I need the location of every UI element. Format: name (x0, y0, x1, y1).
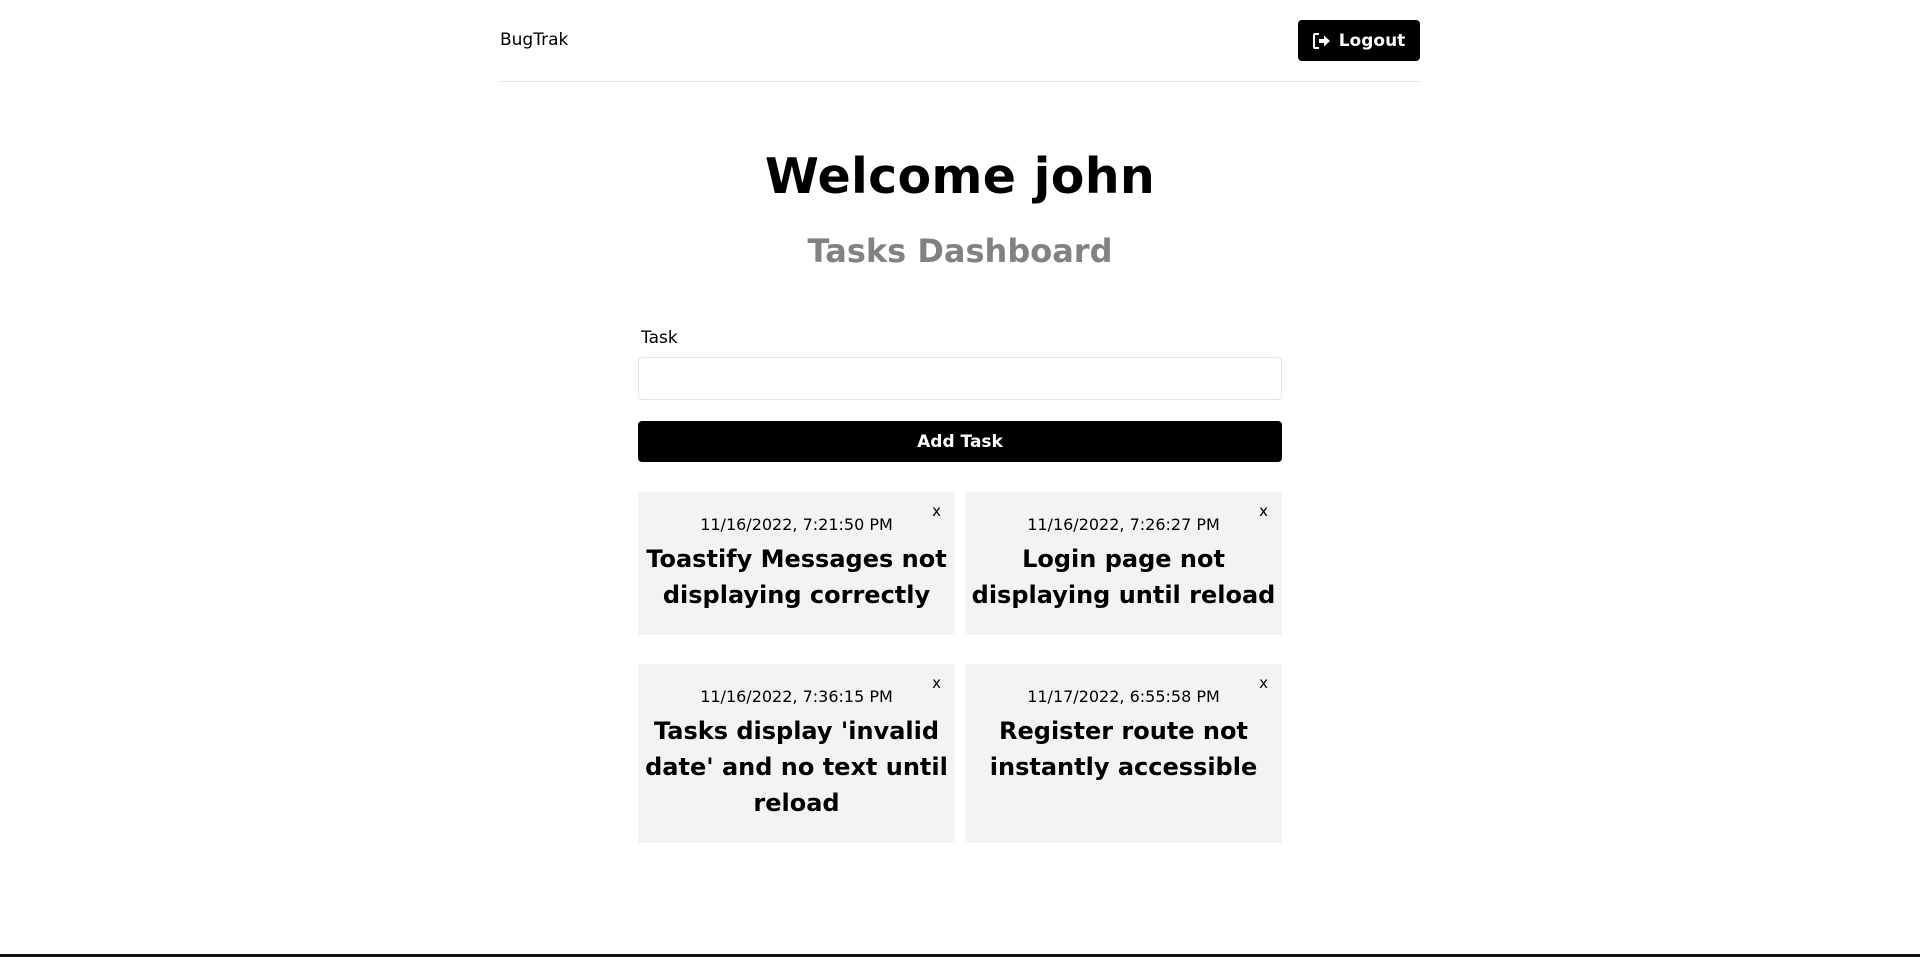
delete-task-button[interactable]: x (932, 502, 941, 520)
task-card: x 11/16/2022, 7:26:27 PM Login page not … (965, 492, 1282, 635)
logout-label: Logout (1338, 30, 1406, 51)
logout-button[interactable]: Logout (1298, 20, 1420, 61)
task-text: Register route not instantly accessible (989, 717, 1258, 781)
task-label: Task (641, 328, 678, 348)
task-text: Toastify Messages not displaying correct… (646, 545, 947, 609)
task-date: 11/16/2022, 7:36:15 PM (700, 687, 893, 706)
task-card: x 11/16/2022, 7:21:50 PM Toastify Messag… (638, 492, 955, 635)
task-card: x 11/16/2022, 7:36:15 PM Tasks display '… (638, 664, 955, 843)
sign-out-icon (1312, 32, 1331, 49)
task-text: Tasks display 'invalid date' and no text… (645, 717, 948, 817)
header: BugTrak Logout (500, 0, 1420, 82)
page-subtitle: Tasks Dashboard (807, 232, 1113, 270)
page: BugTrak Logout Welcome john Tasks Dashbo… (0, 0, 1920, 957)
task-input[interactable] (638, 357, 1282, 400)
page-title: Welcome john (764, 148, 1156, 205)
delete-task-button[interactable]: x (1259, 674, 1268, 692)
task-date: 11/16/2022, 7:26:27 PM (1027, 515, 1220, 534)
task-date: 11/17/2022, 6:55:58 PM (1027, 687, 1220, 706)
add-task-form: Task Add Task (638, 328, 1282, 462)
add-task-button[interactable]: Add Task (638, 421, 1282, 462)
delete-task-button[interactable]: x (932, 674, 941, 692)
task-card: x 11/17/2022, 6:55:58 PM Register route … (965, 664, 1282, 843)
task-list: x 11/16/2022, 7:21:50 PM Toastify Messag… (638, 492, 1282, 843)
brand-link[interactable]: BugTrak (500, 30, 568, 50)
task-date: 11/16/2022, 7:21:50 PM (700, 515, 893, 534)
task-text: Login page not displaying until reload (971, 545, 1276, 609)
delete-task-button[interactable]: x (1259, 502, 1268, 520)
